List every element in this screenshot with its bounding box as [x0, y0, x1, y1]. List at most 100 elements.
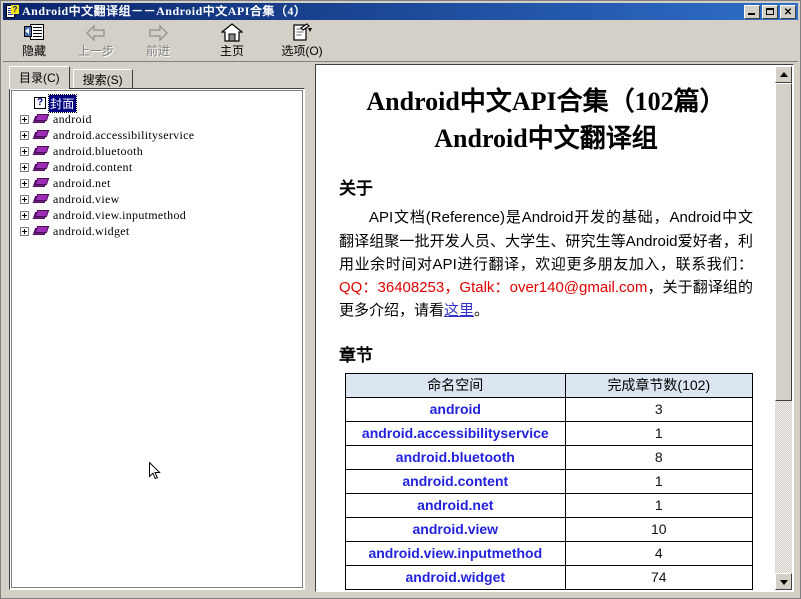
pane-splitter[interactable]: [306, 64, 314, 592]
question-page-icon: ?: [33, 96, 47, 110]
book-icon: [32, 161, 50, 174]
tab-contents[interactable]: 目录(C): [9, 66, 70, 89]
scroll-down-button[interactable]: [775, 573, 792, 590]
table-row: android.widget 74: [345, 564, 754, 590]
hide-button[interactable]: 隐藏: [3, 21, 65, 59]
tree-item-android-net[interactable]: android.net: [12, 175, 302, 191]
book-icon: [32, 225, 50, 238]
cell-namespace[interactable]: android.content: [345, 468, 566, 494]
cell-count: 10: [564, 516, 754, 542]
cell-namespace[interactable]: android: [345, 396, 566, 422]
home-button-label: 主页: [219, 44, 244, 58]
tree-item-label: 封面: [48, 93, 77, 113]
expand-toggle[interactable]: [20, 194, 29, 204]
chapters-heading: 章节: [339, 345, 373, 365]
scrollbar-thumb[interactable]: [775, 83, 792, 401]
tree-item-label: android.content: [53, 159, 133, 174]
arrow-right-icon: [147, 23, 169, 43]
scroll-up-button[interactable]: [775, 66, 792, 83]
tab-contents-label: 目录(C): [19, 71, 60, 85]
table-row: android.view.inputmethod 4: [345, 540, 754, 566]
tree-item-android-widget[interactable]: android.widget: [12, 223, 302, 239]
table-row: android 3: [345, 396, 754, 422]
cell-count: 1: [564, 492, 754, 518]
tree-item-android[interactable]: android: [12, 111, 302, 127]
cell-count: 8: [564, 444, 754, 470]
forward-button[interactable]: 前进: [127, 21, 189, 59]
help-book-icon: ?: [5, 4, 19, 19]
table-row: android.content 1: [345, 468, 754, 494]
cell-count: 1: [564, 468, 754, 494]
book-icon: [32, 193, 50, 206]
tree-item-android-view[interactable]: android.view: [12, 191, 302, 207]
document-viewport: Android中文API合集（102篇） Android中文翻译组 关于 API…: [317, 66, 775, 590]
tree-item-label: android.net: [53, 175, 111, 190]
tab-search-label: 搜索(S): [82, 72, 123, 87]
expand-toggle[interactable]: [20, 210, 29, 220]
main-toolbar: 隐藏 上一步 前进 主页 选项(O): [3, 21, 798, 62]
expand-toggle[interactable]: [20, 130, 29, 140]
cell-namespace[interactable]: android.view.inputmethod: [345, 540, 566, 566]
expand-toggle[interactable]: [20, 114, 29, 124]
expand-toggle[interactable]: [20, 146, 29, 156]
tree-item-cover[interactable]: ? 封面: [12, 93, 302, 113]
navigation-pane: 目录(C) 搜索(S) ? 封面 android android.accessi…: [9, 66, 305, 590]
document-body: Android中文API合集（102篇） Android中文翻译组 关于 API…: [317, 66, 775, 590]
cell-namespace[interactable]: android.widget: [345, 564, 566, 590]
options-button[interactable]: 选项(O): [267, 21, 337, 59]
scrollbar-track[interactable]: [775, 83, 792, 573]
home-button[interactable]: 主页: [201, 21, 263, 59]
content-vertical-scrollbar[interactable]: [775, 66, 792, 590]
window-title: Android中文翻译组－－Android中文API合集（4）: [22, 5, 307, 18]
book-icon: [32, 113, 50, 126]
tree-item-label: android.widget: [53, 223, 130, 238]
about-paragraph: API文档(Reference)是Android开发的基础，Android中文翻…: [339, 206, 753, 322]
tree-item-label: android.view: [53, 191, 120, 206]
tree-item-label: android.accessibilityservice: [53, 127, 195, 142]
expand-toggle[interactable]: [20, 162, 29, 172]
tree-item-android-accessibilityservice[interactable]: android.accessibilityservice: [12, 127, 302, 143]
back-button-label: 上一步: [77, 44, 114, 58]
tree-item-android-view-inputmethod[interactable]: android.view.inputmethod: [12, 207, 302, 223]
about-more-link[interactable]: 这里: [444, 302, 474, 319]
arrow-left-icon: [85, 23, 107, 43]
cell-namespace[interactable]: android.bluetooth: [345, 444, 566, 470]
cell-namespace[interactable]: android.accessibilityservice: [345, 420, 566, 446]
cell-count: 1: [564, 420, 754, 446]
tab-search[interactable]: 搜索(S): [72, 69, 133, 89]
cell-namespace[interactable]: android.view: [345, 516, 566, 542]
book-icon: [32, 145, 50, 158]
back-button[interactable]: 上一步: [65, 21, 127, 59]
about-period: 。: [474, 302, 490, 320]
hide-button-label: 隐藏: [21, 44, 46, 58]
hide-pane-icon: [23, 23, 45, 43]
cell-count: 4: [564, 540, 754, 566]
forward-button-label: 前进: [145, 44, 170, 58]
table-row: android.net 1: [345, 492, 754, 518]
content-pane: Android中文API合集（102篇） Android中文翻译组 关于 API…: [315, 64, 794, 592]
maximize-button[interactable]: [762, 4, 778, 19]
contents-tree[interactable]: ? 封面 android android.accessibilityservic…: [9, 88, 305, 590]
book-icon: [32, 129, 50, 142]
table-row: android.accessibilityservice 1: [345, 420, 754, 446]
expand-toggle[interactable]: [20, 226, 29, 236]
column-header-count: 完成章节数(102): [564, 372, 754, 398]
tree-item-label: android.bluetooth: [53, 143, 144, 158]
table-row: android.bluetooth 8: [345, 444, 754, 470]
cell-namespace[interactable]: android.net: [345, 492, 566, 518]
minimize-button[interactable]: [744, 4, 760, 19]
client-area: 目录(C) 搜索(S) ? 封面 android android.accessi…: [3, 62, 798, 596]
about-contact: QQ：36408253，Gtalk：over140@gmail.com: [339, 279, 648, 297]
tree-item-android-bluetooth[interactable]: android.bluetooth: [12, 143, 302, 159]
about-text: API文档(Reference)是Android开发的基础，Android中文翻…: [339, 209, 753, 273]
window-controls: ✕: [744, 4, 796, 19]
close-button[interactable]: ✕: [780, 4, 796, 19]
doc-title-line1: Android中文API合集（102篇）: [366, 87, 726, 116]
expand-toggle[interactable]: [20, 178, 29, 188]
options-doc-icon: [291, 23, 313, 43]
table-header-row: 命名空间 完成章节数(102): [345, 372, 754, 398]
help-viewer-window: ? Android中文翻译组－－Android中文API合集（4） ✕ 隐藏 上…: [0, 0, 801, 599]
nav-tabs: 目录(C) 搜索(S): [9, 66, 133, 89]
tree-item-android-content[interactable]: android.content: [12, 159, 302, 175]
home-icon: [220, 23, 244, 43]
